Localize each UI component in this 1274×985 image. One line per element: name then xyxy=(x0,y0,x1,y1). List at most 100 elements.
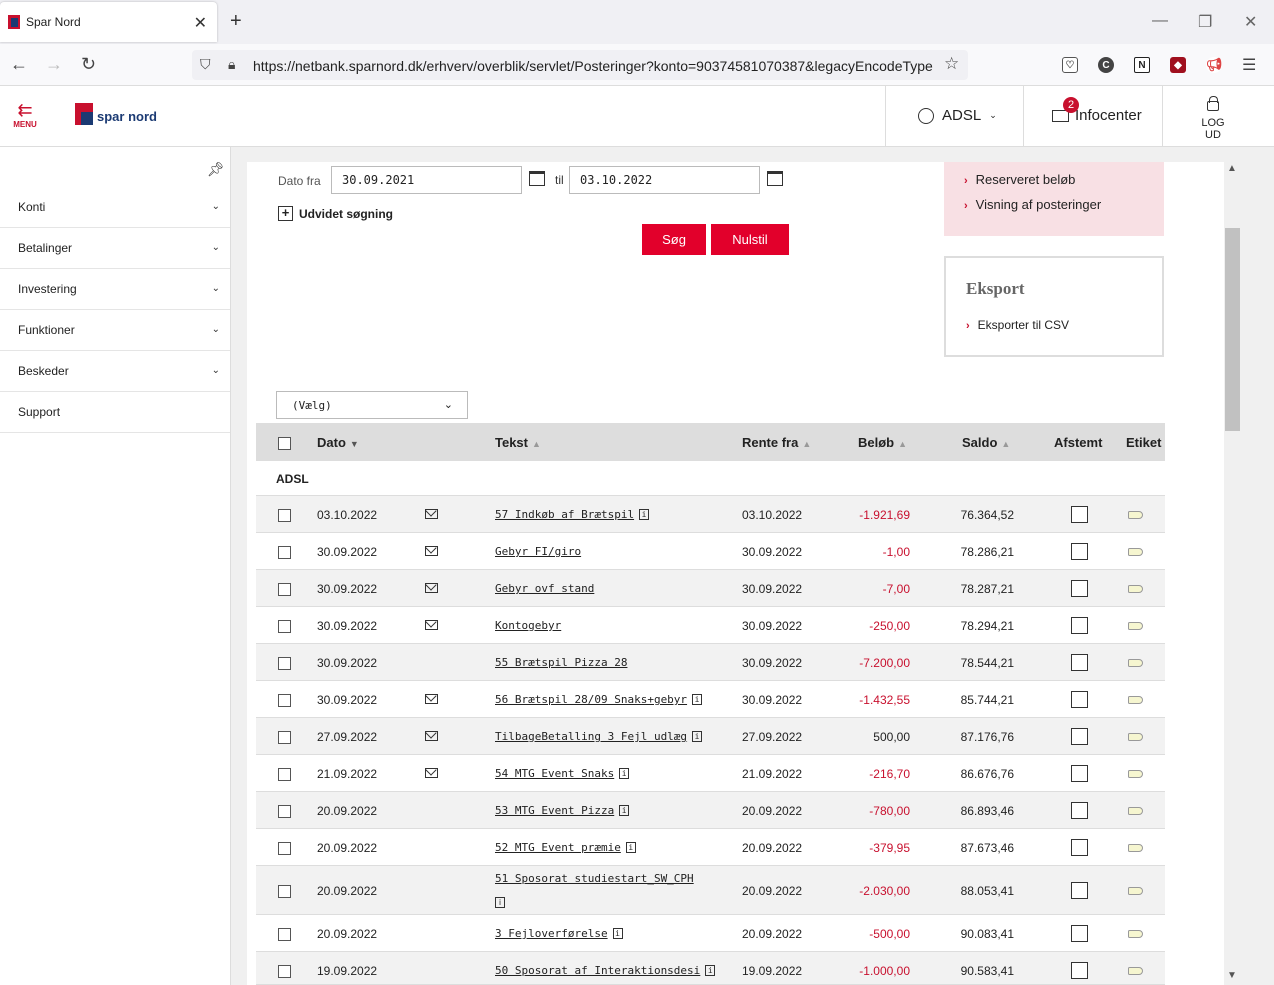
row-text-link[interactable]: 56 Brætspil 28/09 Snaks+gebyr i xyxy=(495,693,703,706)
row-select-checkbox[interactable] xyxy=(278,509,291,522)
tag-label-icon[interactable] xyxy=(1128,770,1143,778)
sidebar-item-investering[interactable]: Investering ⌄ xyxy=(0,269,230,310)
pin-icon[interactable]: 📌︎ xyxy=(207,161,225,178)
mail-icon[interactable] xyxy=(425,509,438,519)
column-header-tekst[interactable]: Tekst ▲ xyxy=(495,435,541,450)
scroll-up-icon[interactable]: ▲ xyxy=(1227,163,1237,174)
row-select-checkbox[interactable] xyxy=(278,657,291,670)
notion-icon[interactable]: N xyxy=(1134,57,1150,73)
column-header-beloeb[interactable]: Beløb ▲ xyxy=(858,435,907,450)
reconciled-checkbox[interactable] xyxy=(1071,543,1088,560)
url-text[interactable]: https://netbank.sparnord.dk/erhverv/over… xyxy=(253,58,933,74)
row-select-checkbox[interactable] xyxy=(278,885,291,898)
tag-label-icon[interactable] xyxy=(1128,511,1143,519)
close-window-icon[interactable]: ✕ xyxy=(1244,12,1257,32)
mail-icon[interactable] xyxy=(425,620,438,630)
table-row[interactable]: 30.09.2022 Gebyr FI/giro 30.09.2022 -1,00 78… xyxy=(256,533,1165,570)
info-icon[interactable]: i xyxy=(619,805,630,816)
tag-label-icon[interactable] xyxy=(1128,622,1143,630)
lock-icon[interactable]: 🔒︎ xyxy=(228,56,235,73)
sidebar-item-support[interactable]: Support xyxy=(0,392,230,433)
row-text-link[interactable]: 51 Sposorat studiestart_SW_CPH xyxy=(495,872,694,885)
row-text-link[interactable]: 3 Fejloverførelse i xyxy=(495,927,623,940)
table-row[interactable]: 20.09.2022 52 MTG Event præmie i 20.09.2022… xyxy=(256,829,1165,866)
row-text-link[interactable]: Kontogebyr xyxy=(495,619,561,632)
row-select-checkbox[interactable] xyxy=(278,731,291,744)
minimize-icon[interactable]: — xyxy=(1152,12,1168,30)
pocket-icon[interactable]: ♡ xyxy=(1062,57,1078,73)
row-text-link[interactable]: 50 Sposorat af Interaktionsdesi i xyxy=(495,964,716,977)
tag-label-icon[interactable] xyxy=(1128,844,1143,852)
back-icon[interactable]: ← xyxy=(10,54,28,75)
forward-icon[interactable]: → xyxy=(45,54,63,75)
row-text-link[interactable]: 54 MTG Event Snaks i xyxy=(495,767,630,780)
tab-close-icon[interactable]: ✕ xyxy=(194,13,207,33)
info-icon[interactable]: i xyxy=(639,509,650,520)
extension-c-icon[interactable]: C xyxy=(1098,57,1114,73)
tag-label-icon[interactable] xyxy=(1128,807,1143,815)
table-row[interactable]: 27.09.2022 TilbageBetalling 3 Fejl udlæg i… xyxy=(256,718,1165,755)
tag-label-icon[interactable] xyxy=(1128,733,1143,741)
row-select-checkbox[interactable] xyxy=(278,583,291,596)
calendar-icon[interactable] xyxy=(767,171,783,186)
row-select-checkbox[interactable] xyxy=(278,805,291,818)
info-icon[interactable]: i xyxy=(619,768,630,779)
bookmark-star-icon[interactable]: ☆ xyxy=(944,54,959,74)
restore-icon[interactable]: ❐ xyxy=(1198,12,1212,32)
row-text-link[interactable]: 55 Brætspil Pizza 28 xyxy=(495,656,627,669)
column-header-rente-fra[interactable]: Rente fra ▲ xyxy=(742,435,811,450)
sidebar-item-betalinger[interactable]: Betalinger ⌄ xyxy=(0,228,230,269)
info-icon[interactable]: i xyxy=(692,731,703,742)
mail-icon[interactable] xyxy=(425,546,438,556)
shield-icon[interactable]: ⛉ xyxy=(200,56,211,73)
tag-label-icon[interactable] xyxy=(1128,696,1143,704)
row-text-link[interactable]: 57 Indkøb af Brætspil i xyxy=(495,508,650,521)
table-row[interactable]: 30.09.2022 Gebyr ovf stand 30.09.2022 -7,00… xyxy=(256,570,1165,607)
advanced-search-toggle[interactable]: + Udvidet søgning xyxy=(278,206,393,221)
reconciled-checkbox[interactable] xyxy=(1071,882,1088,899)
info-icon[interactable]: i xyxy=(495,897,505,908)
reconciled-checkbox[interactable] xyxy=(1071,580,1088,597)
scroll-down-icon[interactable]: ▼ xyxy=(1227,970,1237,981)
info-icon[interactable]: i xyxy=(612,928,623,939)
reserved-amount-link[interactable]: › Reserveret beløb xyxy=(964,172,1075,187)
row-select-checkbox[interactable] xyxy=(278,842,291,855)
reconciled-checkbox[interactable] xyxy=(1071,617,1088,634)
info-icon[interactable]: i xyxy=(625,842,636,853)
export-csv-link[interactable]: › Eksporter til CSV xyxy=(966,318,1069,332)
mail-icon[interactable] xyxy=(425,768,438,778)
user-menu-button[interactable]: ADSL ⌄ xyxy=(918,107,997,124)
logout-button[interactable]: LOG UD xyxy=(1192,96,1234,141)
sidebar-item-beskeder[interactable]: Beskeder ⌄ xyxy=(0,351,230,392)
tag-label-icon[interactable] xyxy=(1128,585,1143,593)
tag-label-icon[interactable] xyxy=(1128,930,1143,938)
table-row[interactable]: 19.09.2022 50 Sposorat af Interaktionsdes… xyxy=(256,952,1165,985)
select-all-checkbox[interactable] xyxy=(278,437,291,450)
megaphone-icon[interactable]: 📢︎ xyxy=(1206,57,1222,73)
table-row[interactable]: 21.09.2022 54 MTG Event Snaks i 21.09.2022 -… xyxy=(256,755,1165,792)
new-tab-icon[interactable]: + xyxy=(230,10,242,33)
browser-tab[interactable]: Spar Nord ✕ xyxy=(0,2,217,42)
row-select-checkbox[interactable] xyxy=(278,694,291,707)
filter-select[interactable]: (Vælg) ⌄ xyxy=(276,391,468,419)
info-icon[interactable]: i xyxy=(692,694,703,705)
table-row[interactable]: 30.09.2022 Kontogebyr 30.09.2022 -250,00 78.… xyxy=(256,607,1165,644)
row-select-checkbox[interactable] xyxy=(278,620,291,633)
column-header-dato[interactable]: Dato ▼ xyxy=(317,435,359,450)
table-row[interactable]: 20.09.2022 53 MTG Event Pizza i 20.09.2022 -… xyxy=(256,792,1165,829)
mail-icon[interactable] xyxy=(425,583,438,593)
row-select-checkbox[interactable] xyxy=(278,546,291,559)
reconciled-checkbox[interactable] xyxy=(1071,765,1088,782)
column-header-saldo[interactable]: Saldo ▲ xyxy=(962,435,1010,450)
ublock-icon[interactable]: ◆ xyxy=(1170,57,1186,73)
reconciled-checkbox[interactable] xyxy=(1071,728,1088,745)
date-from-input[interactable] xyxy=(331,166,522,194)
table-row[interactable]: 03.10.2022 57 Indkøb af Brætspil i 03.10.20… xyxy=(256,496,1165,533)
row-select-checkbox[interactable] xyxy=(278,928,291,941)
mail-icon[interactable] xyxy=(425,694,438,704)
menu-button[interactable]: ⇇ MENU xyxy=(10,101,40,129)
search-button[interactable]: Søg xyxy=(642,224,706,255)
tag-label-icon[interactable] xyxy=(1128,887,1143,895)
spar-nord-logo[interactable]: spar nord xyxy=(75,103,157,125)
tag-label-icon[interactable] xyxy=(1128,548,1143,556)
